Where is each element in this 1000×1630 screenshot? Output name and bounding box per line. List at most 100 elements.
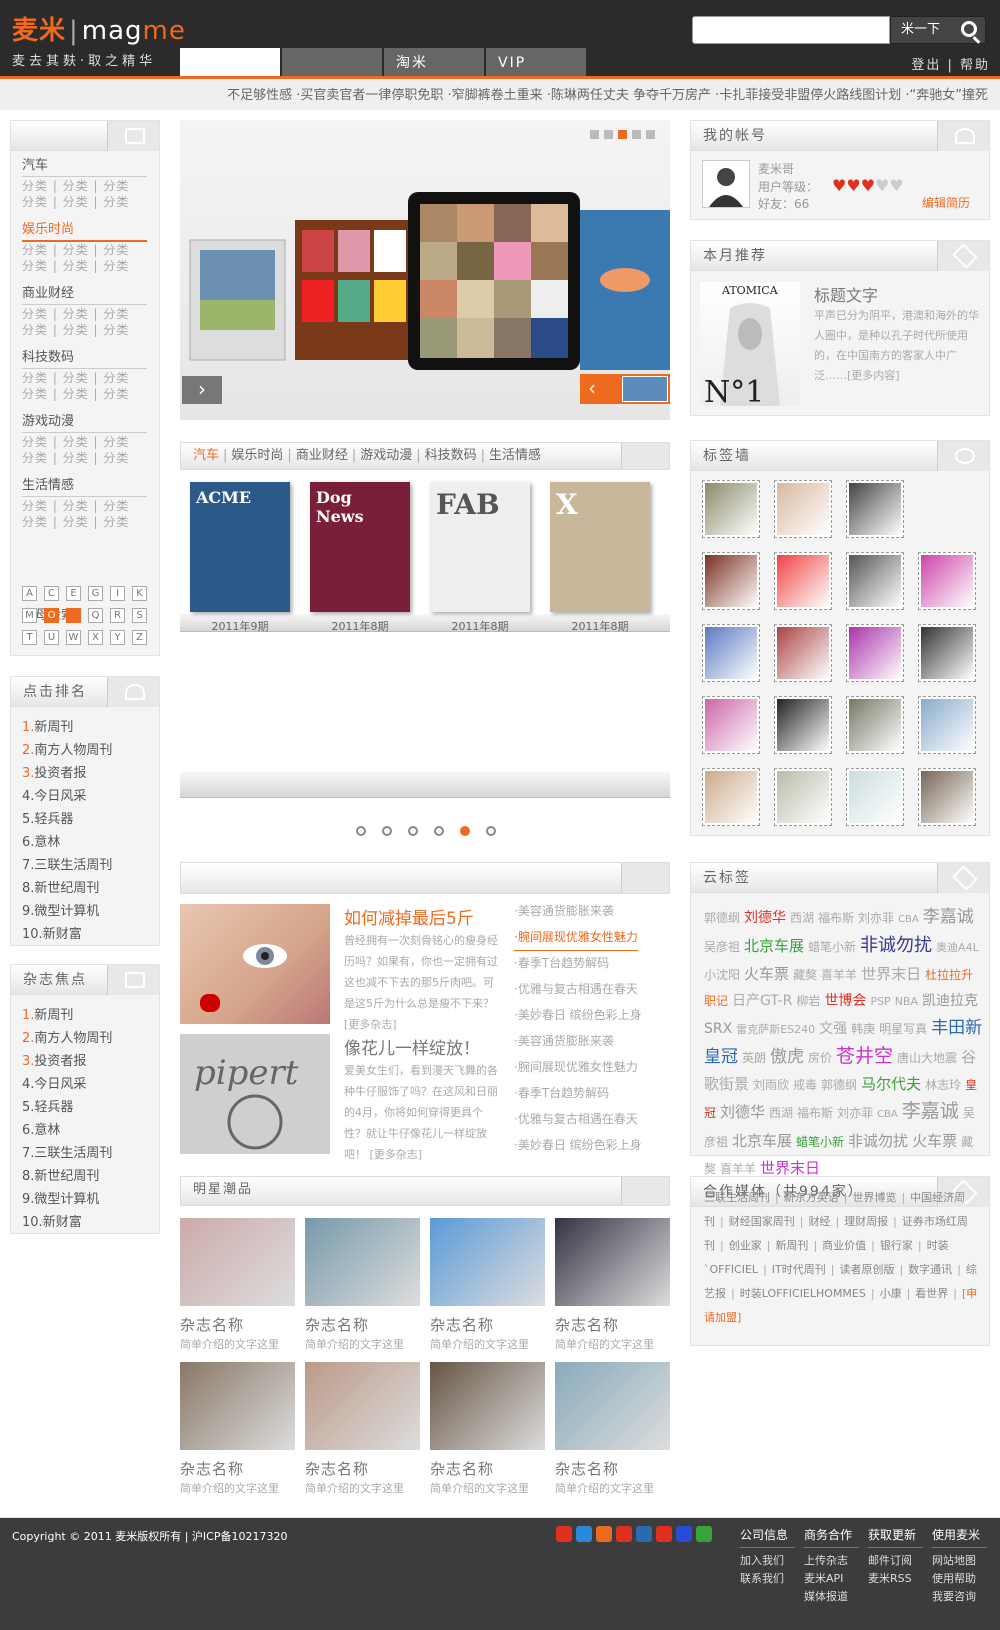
article-link[interactable]: ·腕间展现优雅女性魅力 <box>514 924 638 951</box>
footer-link[interactable]: 加入我们 <box>740 1552 784 1570</box>
focus-item[interactable]: 9.微型计算机 <box>22 1188 99 1207</box>
hero-dot[interactable] <box>646 130 655 139</box>
avatar[interactable] <box>702 160 750 208</box>
rank-item[interactable]: 8.新世纪周刊 <box>22 877 99 896</box>
category-3-subs[interactable]: 分类 | 分类 | 分类 <box>22 322 129 339</box>
letter-W[interactable]: W <box>66 630 81 645</box>
nav-tab-home[interactable] <box>180 48 280 78</box>
category-tab[interactable]: 生活情感 <box>489 448 541 463</box>
cloud-tag[interactable]: 明星写真 <box>879 1022 927 1036</box>
letter-M[interactable]: M <box>22 608 37 623</box>
cloud-tag[interactable]: 西湖 <box>790 911 814 925</box>
cloud-tag[interactable]: 福布斯 <box>797 1106 833 1120</box>
cloud-tag[interactable]: 北京车展 <box>732 1132 792 1150</box>
letter-U[interactable]: U <box>44 630 59 645</box>
tag-thumbnail[interactable] <box>702 768 760 826</box>
category-2[interactable]: 娱乐时尚 <box>22 218 147 242</box>
social-share-icon[interactable] <box>556 1526 572 1542</box>
category-2-subs[interactable]: 分类 | 分类 | 分类 <box>22 242 129 259</box>
category-1-subs[interactable]: 分类 | 分类 | 分类 <box>22 178 129 195</box>
footer-link[interactable]: 我要咨询 <box>932 1588 976 1606</box>
cloud-tag[interactable]: 北京车展 <box>744 937 804 955</box>
partner-link[interactable]: 银行家 <box>880 1239 913 1252</box>
category-5-subs[interactable]: 分类 | 分类 | 分类 <box>22 434 129 451</box>
feature-more-link[interactable]: [更多杂志] <box>344 1018 397 1031</box>
letter-G[interactable]: G <box>88 586 103 601</box>
rank-item[interactable]: 7.三联生活周刊 <box>22 854 112 873</box>
carousel-dot[interactable] <box>356 826 366 836</box>
cloud-tag[interactable]: 吴彦祖 <box>704 940 740 954</box>
focus-item[interactable]: 3.投资者报 <box>22 1050 86 1069</box>
category-tab[interactable]: 商业财经 <box>296 448 348 463</box>
star-image[interactable] <box>305 1218 420 1306</box>
cloud-tag[interactable]: 房价 <box>808 1051 832 1065</box>
cloud-tag[interactable]: 蜡笔小新 <box>808 940 856 954</box>
letter-blank[interactable] <box>66 608 81 623</box>
carousel-dot[interactable] <box>382 826 392 836</box>
tag-thumbnail[interactable] <box>702 480 760 538</box>
cloud-tag[interactable]: 喜羊羊 <box>720 1162 756 1176</box>
cloud-tag[interactable]: 刘德华 <box>720 1103 765 1121</box>
social-share-icon[interactable] <box>576 1526 592 1542</box>
cloud-tag[interactable]: 世界末日 <box>760 1159 820 1177</box>
letter-K[interactable]: K <box>132 586 147 601</box>
cloud-tag[interactable]: 马尔代夫 <box>861 1075 921 1093</box>
partner-link[interactable]: 商业价值 <box>822 1239 866 1252</box>
category-tab[interactable]: 娱乐时尚 <box>231 448 283 463</box>
cloud-tag[interactable]: 世博会 <box>824 993 866 1009</box>
category-1-subs[interactable]: 分类 | 分类 | 分类 <box>22 194 129 211</box>
cloud-tag[interactable]: 西湖 <box>769 1106 793 1120</box>
letter-O[interactable]: O <box>44 608 59 623</box>
focus-item[interactable]: 6.意林 <box>22 1119 60 1138</box>
social-share-icon[interactable] <box>616 1526 632 1542</box>
share-icon[interactable] <box>621 443 669 469</box>
tag-thumbnail[interactable] <box>918 768 976 826</box>
focus-item[interactable]: 5.轻兵器 <box>22 1096 73 1115</box>
letter-Q[interactable]: Q <box>88 608 103 623</box>
category-4[interactable]: 科技数码 <box>22 346 147 369</box>
star-image[interactable] <box>305 1362 420 1450</box>
category-2-subs[interactable]: 分类 | 分类 | 分类 <box>22 258 129 275</box>
letter-C[interactable]: C <box>44 586 59 601</box>
social-share-icon[interactable] <box>596 1526 612 1542</box>
category-1[interactable]: 汽车 <box>22 154 147 177</box>
social-share-icon[interactable] <box>696 1526 712 1542</box>
cloud-tag[interactable]: 藏獒 <box>793 968 817 982</box>
letter-A[interactable]: A <box>22 586 37 601</box>
article-link[interactable]: ·美妙春日 缤纷色彩上身 <box>514 1132 642 1158</box>
cloud-tag[interactable]: 火车票 <box>912 1132 957 1150</box>
article-link[interactable]: ·腕间展现优雅女性魅力 <box>514 1054 638 1080</box>
cloud-tag[interactable]: 文强 <box>819 1021 847 1037</box>
category-5-subs[interactable]: 分类 | 分类 | 分类 <box>22 450 129 467</box>
tag-thumbnail[interactable] <box>702 696 760 754</box>
hero-dot[interactable] <box>632 130 641 139</box>
star-image[interactable] <box>555 1218 670 1306</box>
partner-link[interactable]: 创业家 <box>729 1239 762 1252</box>
star-image[interactable] <box>430 1362 545 1450</box>
cloud-tag[interactable]: 火车票 <box>744 965 789 983</box>
category-6-subs[interactable]: 分类 | 分类 | 分类 <box>22 514 129 531</box>
partner-link[interactable]: 财经国家周刊 <box>729 1215 795 1228</box>
social-share-icon[interactable] <box>636 1526 652 1542</box>
partner-link[interactable]: 三联生活周刊 <box>704 1191 770 1204</box>
partner-link[interactable]: IT时代周刊 <box>772 1263 826 1276</box>
hero-dot[interactable] <box>604 130 613 139</box>
footer-link[interactable]: 联系我们 <box>740 1570 784 1588</box>
category-tab[interactable]: 游戏动漫 <box>360 448 412 463</box>
cloud-tag[interactable]: 戒毒 <box>793 1078 817 1092</box>
star-image[interactable] <box>180 1362 295 1450</box>
carousel-dot[interactable] <box>408 826 418 836</box>
category-4-subs[interactable]: 分类 | 分类 | 分类 <box>22 386 129 403</box>
hero-dot[interactable] <box>618 130 627 139</box>
tag-thumbnail[interactable] <box>846 552 904 610</box>
cloud-tag[interactable]: NBA <box>895 995 918 1008</box>
tag-thumbnail[interactable] <box>918 552 976 610</box>
cloud-tag[interactable]: 蜡笔小新 <box>796 1135 844 1149</box>
letter-E[interactable]: E <box>66 586 81 601</box>
focus-item[interactable]: 8.新世纪周刊 <box>22 1165 99 1184</box>
article-link[interactable]: ·优雅与复古相遇在春天 <box>514 976 638 1002</box>
article-link[interactable]: ·美妙春日 缤纷色彩上身 <box>514 1002 642 1028</box>
cloud-tag[interactable]: 非诚勿扰 <box>848 1132 908 1150</box>
feature-title[interactable]: 如何减掉最后5斤 <box>344 904 474 929</box>
cloud-tag[interactable]: 喜羊羊 <box>821 968 857 982</box>
